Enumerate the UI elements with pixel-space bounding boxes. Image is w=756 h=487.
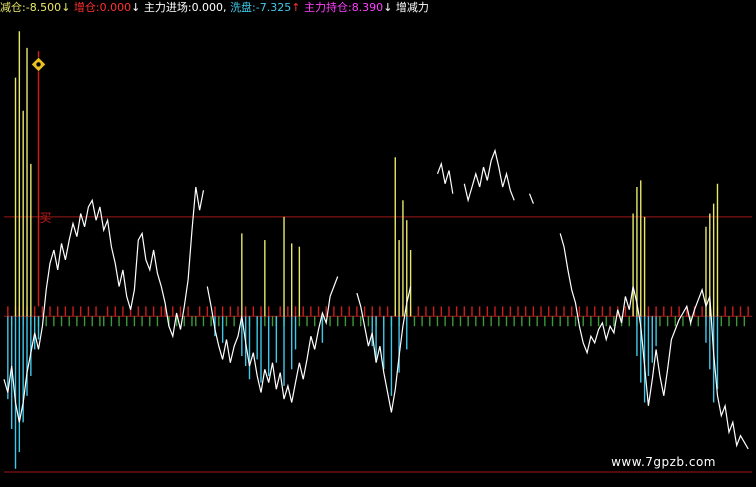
legend-label: 主力进场:	[143, 1, 192, 14]
legend-value: -8.500	[25, 1, 62, 14]
watermark: www.7gpzb.com	[611, 455, 716, 469]
legend-arrow-icon: ↓	[131, 1, 141, 14]
signal-diamond-dot-icon	[36, 62, 41, 67]
legend-label: 减仓:	[0, 1, 26, 14]
indicator-chart: 买	[3, 31, 752, 473]
signal-label: 买	[40, 211, 52, 225]
holding-line	[528, 193, 534, 204]
holding-line	[3, 186, 205, 423]
legend-value: -7.325	[255, 1, 292, 14]
legend-label: 洗盘:	[230, 1, 256, 14]
legend-value: 8.390	[351, 1, 384, 14]
legend-label: 主力持仓:	[303, 1, 352, 14]
legend-value: 0.000	[99, 1, 132, 14]
legend: 减仓:-8.500↓ 增仓:0.000↓ 主力进场:0.000, 洗盘:-7.3…	[0, 0, 429, 16]
legend-label: 增仓:	[73, 1, 100, 14]
holding-line	[206, 276, 339, 403]
legend-label: 增减力	[395, 1, 429, 14]
holding-line	[436, 161, 454, 194]
legend-value: 0.000,	[191, 1, 227, 14]
holding-line	[463, 148, 515, 203]
holding-line	[559, 233, 749, 450]
